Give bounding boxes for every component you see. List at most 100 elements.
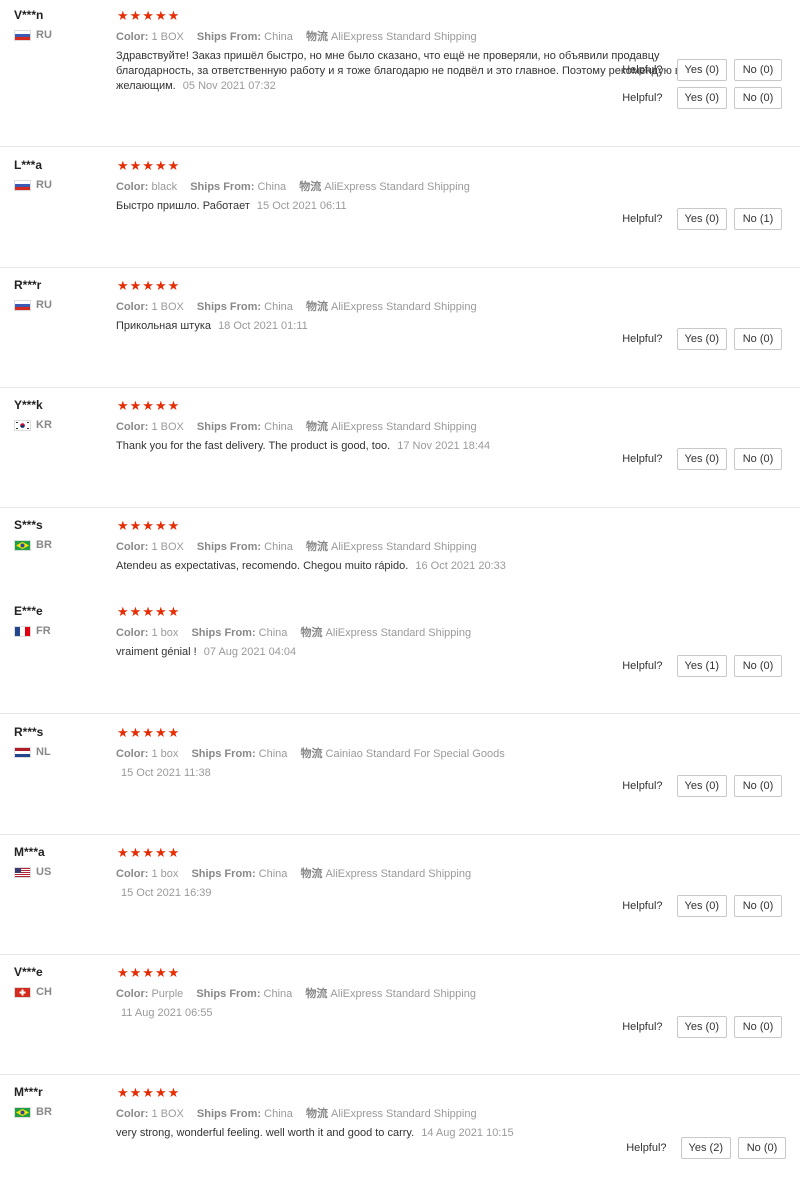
color-label: Color: <box>116 627 149 639</box>
shipping-method: AliExpress Standard Shipping <box>324 181 470 193</box>
helpful-no-button[interactable]: No (0) <box>734 655 782 677</box>
ships-from-value: China <box>264 31 293 43</box>
logistics-label: 物流 <box>300 627 323 639</box>
us-flag-icon <box>14 866 31 878</box>
reviewer-country: RU <box>14 179 52 191</box>
helpful-no-button[interactable]: No (0) <box>738 1137 786 1159</box>
helpful-no-button[interactable]: No (0) <box>734 775 782 797</box>
helpful-no-button[interactable]: No (1) <box>734 208 782 230</box>
fr-flag-icon <box>14 625 31 637</box>
helpful-votes: Helpful? Yes (0) No (0) <box>622 59 782 81</box>
br-flag-icon <box>14 1106 31 1118</box>
color-label: Color: <box>116 1108 149 1120</box>
color-label: Color: <box>116 301 149 313</box>
star-rating: ★★★★★ <box>117 1085 181 1100</box>
helpful-label: Helpful? <box>622 453 663 465</box>
review-date: 16 Oct 2021 20:33 <box>415 560 506 572</box>
helpful-yes-button[interactable]: Yes (1) <box>676 655 727 677</box>
logistics-label: 物流 <box>305 1108 328 1120</box>
helpful-no-button[interactable]: No (0) <box>734 87 782 109</box>
review-meta: Color: 1 box Ships From: China 物流 AliExp… <box>116 865 471 881</box>
star-rating: ★★★★★ <box>117 604 181 619</box>
helpful-yes-button[interactable]: Yes (0) <box>676 87 727 109</box>
helpful-label: Helpful? <box>622 333 663 345</box>
review-meta: Color: 1 BOX Ships From: China 物流 AliExp… <box>116 418 477 434</box>
review-date: 17 Nov 2021 18:44 <box>397 440 491 452</box>
country-code: KR <box>36 419 52 431</box>
review-meta: Color: 1 BOX Ships From: China 物流 AliExp… <box>116 538 477 554</box>
ru-flag-icon <box>14 29 31 41</box>
helpful-label: Helpful? <box>622 660 663 672</box>
country-code: RU <box>36 29 52 41</box>
shipping-method: AliExpress Standard Shipping <box>331 1108 477 1120</box>
helpful-no-button[interactable]: No (0) <box>734 1016 782 1038</box>
star-rating: ★★★★★ <box>117 965 181 980</box>
ships-from-label: Ships From: <box>196 988 261 1000</box>
helpful-no-button[interactable]: No (0) <box>734 895 782 917</box>
helpful-no-button[interactable]: No (0) <box>734 328 782 350</box>
star-rating: ★★★★★ <box>117 158 181 173</box>
review-meta: Color: 1 BOX Ships From: China 物流 AliExp… <box>116 28 477 44</box>
color-label: Color: <box>116 988 149 1000</box>
reviewer-name: S***s <box>14 518 43 532</box>
ships-from-value: China <box>257 181 287 193</box>
reviewer-country: RU <box>14 299 52 311</box>
review-meta: Color: black Ships From: China 物流 AliExp… <box>116 178 470 194</box>
helpful-votes: Helpful? Yes (0) No (0) <box>622 448 782 470</box>
ships-from-label: Ships From: <box>196 301 262 313</box>
reviewer-country: US <box>14 866 51 878</box>
helpful-yes-button[interactable]: Yes (0) <box>676 208 727 230</box>
logistics-label: 物流 <box>305 988 328 1000</box>
helpful-label: Helpful? <box>626 1142 667 1154</box>
reviewer-country: KR <box>14 419 52 431</box>
review-text: very strong, wonderful feeling. well wor… <box>116 1127 415 1139</box>
ships-from-label: Ships From: <box>191 748 256 760</box>
shipping-method: AliExpress Standard Shipping <box>331 301 477 313</box>
shipping-method: Cainiao Standard For Special Goods <box>325 748 505 760</box>
ships-from-value: China <box>258 748 288 760</box>
helpful-yes-button[interactable]: Yes (0) <box>676 328 727 350</box>
logistics-label: 物流 <box>305 541 328 553</box>
color-label: Color: <box>116 181 149 193</box>
color-value: 1 BOX <box>151 421 184 433</box>
review-date: 15 Oct 2021 11:38 <box>121 767 211 779</box>
helpful-yes-button[interactable]: Yes (0) <box>676 775 727 797</box>
ships-from-label: Ships From: <box>196 541 262 553</box>
review-text: vraiment génial ! <box>116 646 197 658</box>
star-rating: ★★★★★ <box>117 725 181 740</box>
helpful-yes-button[interactable]: Yes (0) <box>676 895 727 917</box>
shipping-method: AliExpress Standard Shipping <box>331 541 477 553</box>
reviewer-name: V***e <box>14 965 43 979</box>
country-code: BR <box>36 539 52 551</box>
ru-flag-icon <box>14 179 31 191</box>
helpful-yes-button[interactable]: Yes (0) <box>676 1016 727 1038</box>
country-code: BR <box>36 1106 52 1118</box>
color-value: 1 BOX <box>151 1108 184 1120</box>
logistics-label: 物流 <box>305 421 328 433</box>
helpful-label: Helpful? <box>622 92 663 104</box>
reviewer-name: Y***k <box>14 398 43 412</box>
helpful-votes: Helpful? Yes (0) No (0) <box>622 87 782 109</box>
review-meta: Color: Purple Ships From: China 物流 AliEx… <box>116 985 476 1001</box>
helpful-no-button[interactable]: No (0) <box>734 59 782 81</box>
helpful-yes-button[interactable]: Yes (0) <box>676 59 727 81</box>
color-label: Color: <box>116 31 149 43</box>
color-value: 1 BOX <box>151 31 184 43</box>
logistics-label: 物流 <box>305 31 328 43</box>
ships-from-label: Ships From: <box>191 868 256 880</box>
review-text: Thank you for the fast delivery. The pro… <box>116 440 391 452</box>
helpful-yes-button[interactable]: Yes (0) <box>676 448 727 470</box>
helpful-votes: Helpful? Yes (0) No (0) <box>622 1016 782 1038</box>
review-date: 15 Oct 2021 06:11 <box>256 200 347 212</box>
review-date: 18 Oct 2021 01:11 <box>218 320 308 332</box>
helpful-no-button[interactable]: No (0) <box>734 448 782 470</box>
star-rating: ★★★★★ <box>117 845 181 860</box>
review-date: 05 Nov 2021 07:32 <box>182 80 276 92</box>
review-item: S***s BR ★★★★★ Color: 1 BOX Ships From: … <box>0 59 800 590</box>
review-text: Прикольная штука <box>116 320 211 332</box>
logistics-label: 物流 <box>300 748 323 760</box>
helpful-yes-button[interactable]: Yes (2) <box>680 1137 731 1159</box>
star-rating: ★★★★★ <box>117 8 181 23</box>
color-label: Color: <box>116 421 149 433</box>
reviewer-name: R***r <box>14 278 42 292</box>
